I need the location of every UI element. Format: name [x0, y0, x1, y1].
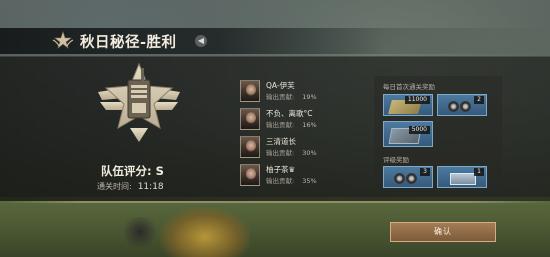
reward-item-parts[interactable]: 5000 [383, 121, 433, 147]
supply-box-icon [450, 173, 476, 185]
confirm-button[interactable]: 确认 [390, 222, 496, 242]
background-vehicle [160, 207, 250, 257]
player-contribution: 输出贡献: 19% [266, 93, 317, 101]
speaker-icon[interactable]: ◀ [195, 35, 207, 47]
reward-item-tire[interactable]: 3 [383, 166, 433, 188]
tire-icon [448, 101, 459, 112]
player-contribution: 输出贡献: 16% [266, 121, 317, 129]
tire-icon [394, 173, 405, 184]
player-name: 不负、离歌°C [266, 109, 313, 118]
radio-winged-badge-icon [98, 62, 180, 142]
clear-time-label: 通关时间: [97, 182, 132, 191]
tire-icon [460, 101, 471, 112]
player-row: QA-伊芙 输出贡献: 19% [240, 80, 350, 104]
reward-item-ammo[interactable]: 11000 [383, 94, 433, 116]
player-row: 不负、离歌°C 输出贡献: 16% [240, 108, 350, 132]
item-quantity: 2 [474, 96, 484, 104]
reward-item-supply-box[interactable]: 1 [437, 166, 487, 188]
player-contribution: 输出贡献: 30% [266, 149, 317, 157]
player-contribution: 输出贡献: 35% [266, 177, 317, 185]
team-score: 队伍评分: S [101, 164, 164, 178]
player-row: 三清道长 输出贡献: 30% [240, 136, 350, 160]
player-row: 柚子茶♛ 输出贡献: 35% [240, 164, 350, 188]
player-avatar [240, 108, 260, 130]
player-name: 三清道长 [266, 137, 296, 146]
tire-icon [406, 173, 417, 184]
rating-reward-title: 评级奖励 [383, 156, 409, 164]
reward-item-tire[interactable]: 2 [437, 94, 487, 116]
player-name: QA-伊芙 [266, 81, 295, 90]
panel-divider [0, 201, 550, 203]
star-wings-emblem-icon [52, 31, 74, 49]
player-avatar [240, 164, 260, 186]
item-quantity: 1 [474, 168, 484, 176]
stage-title: 秋日秘径-胜利 [80, 35, 177, 51]
item-quantity: 11000 [404, 96, 430, 104]
first-clear-reward-title: 每日首次通关奖励 [383, 83, 435, 91]
clear-time-value: 11:18 [137, 182, 164, 192]
clear-time: 通关时间: 11:18 [97, 181, 170, 192]
player-name: 柚子茶♛ [266, 165, 296, 174]
player-avatar [240, 80, 260, 102]
item-quantity: 3 [420, 168, 430, 176]
item-quantity: 5000 [408, 126, 430, 134]
background-vehicle-shadow [120, 217, 160, 247]
player-avatar [240, 136, 260, 158]
